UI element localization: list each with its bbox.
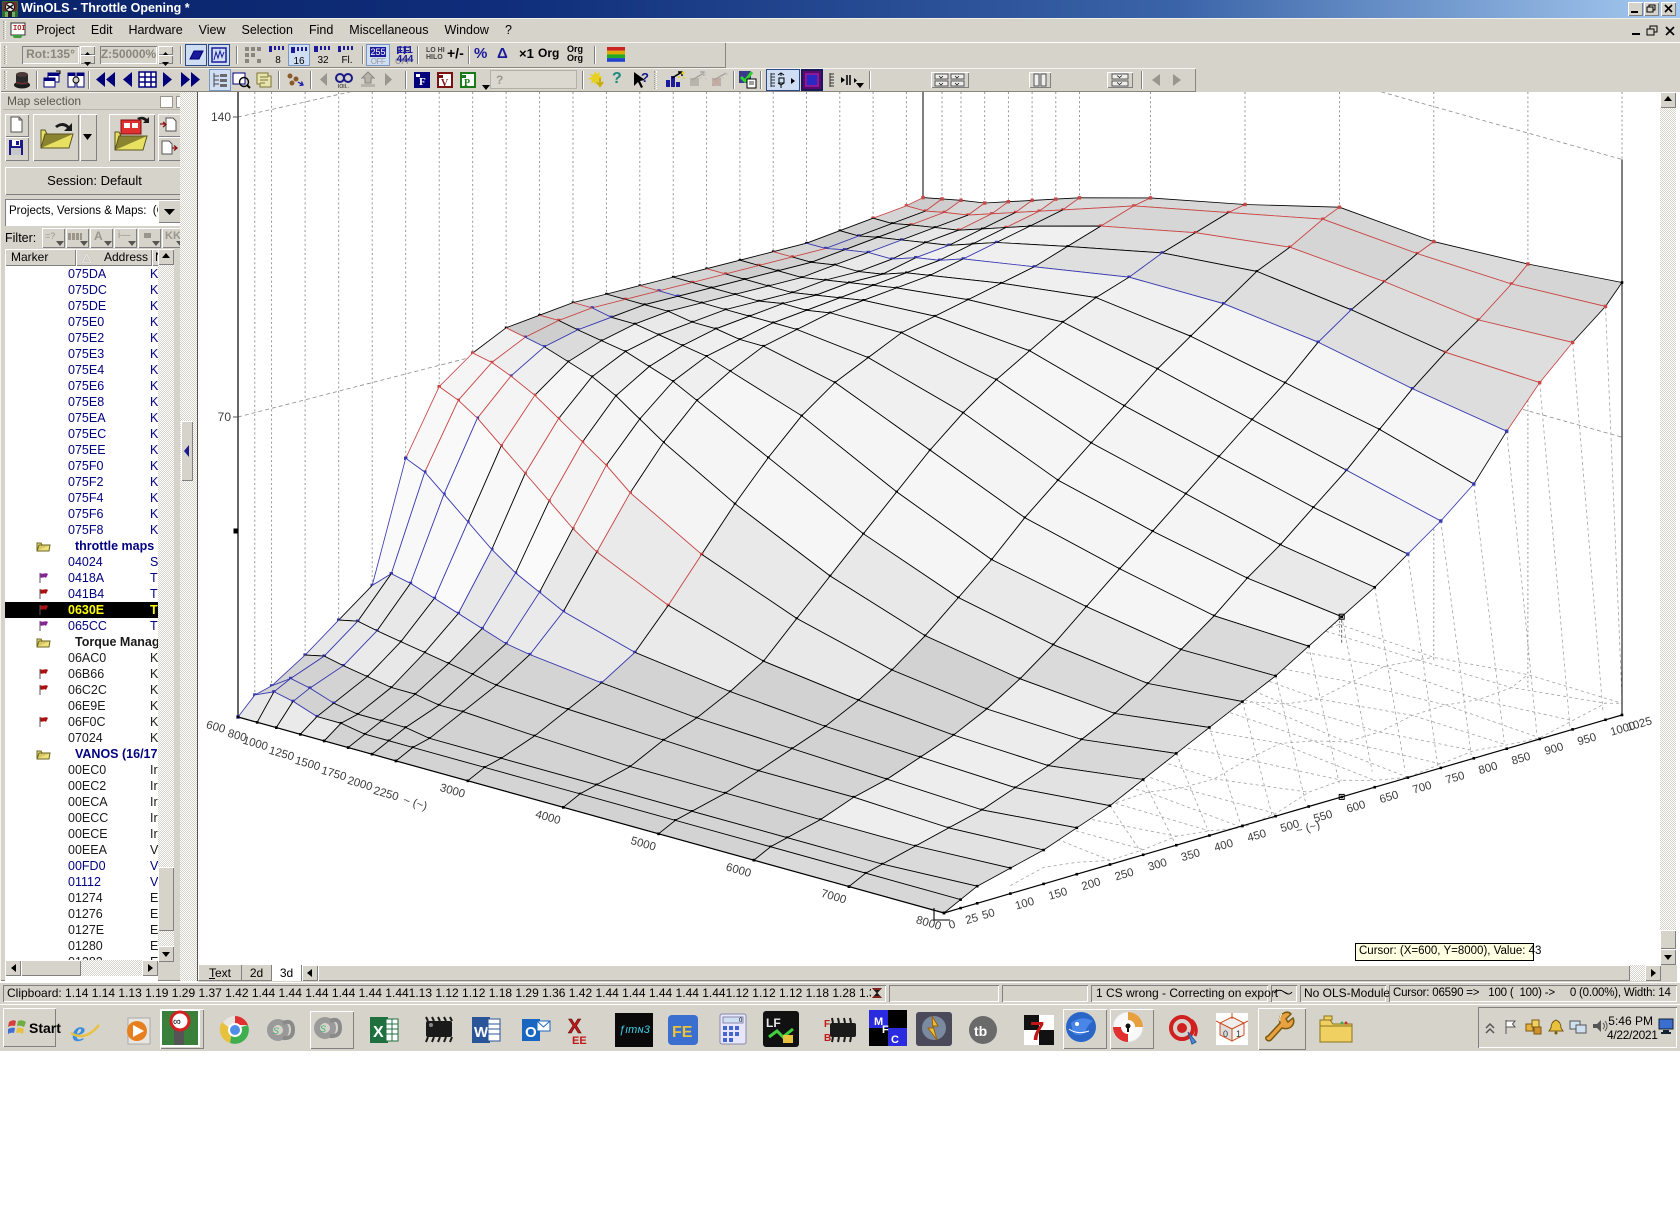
svg-text:C: C — [891, 1034, 899, 1046]
svg-text:7: 7 — [1030, 1016, 1044, 1046]
svg-text:V: V — [441, 78, 449, 87]
svg-text:tb: tb — [974, 1023, 987, 1039]
svg-text:LF: LF — [766, 1016, 781, 1030]
svg-text:F: F — [882, 1024, 889, 1036]
svg-text:F: F — [419, 76, 426, 88]
svg-text:IOI: IOI — [13, 25, 26, 33]
svg-text:140: 140 — [211, 110, 231, 124]
svg-text:S: S — [273, 1026, 279, 1036]
svg-text:B: B — [824, 1033, 831, 1044]
svg-text:ƒımɴ3: ƒımɴ3 — [619, 1024, 651, 1036]
svg-text:∞: ∞ — [173, 1016, 181, 1028]
svg-text:70: 70 — [218, 410, 232, 424]
svg-text:FE: FE — [672, 1024, 693, 1041]
svg-text:S: S — [320, 1024, 326, 1034]
svg-text:P: P — [464, 78, 470, 87]
svg-text:1: 1 — [1236, 1029, 1241, 1039]
svg-text:O: O — [525, 1024, 537, 1041]
svg-text:e: e — [72, 1015, 85, 1047]
svg-text:0: 0 — [1223, 1029, 1228, 1039]
svg-text:EE: EE — [572, 1035, 587, 1047]
svg-text:X: X — [373, 1024, 384, 1041]
svg-text:?: ? — [641, 70, 649, 85]
svg-text:IOII..: IOII.. — [338, 84, 349, 90]
svg-text:W: W — [474, 1024, 489, 1041]
svg-text:F: F — [824, 1019, 830, 1030]
